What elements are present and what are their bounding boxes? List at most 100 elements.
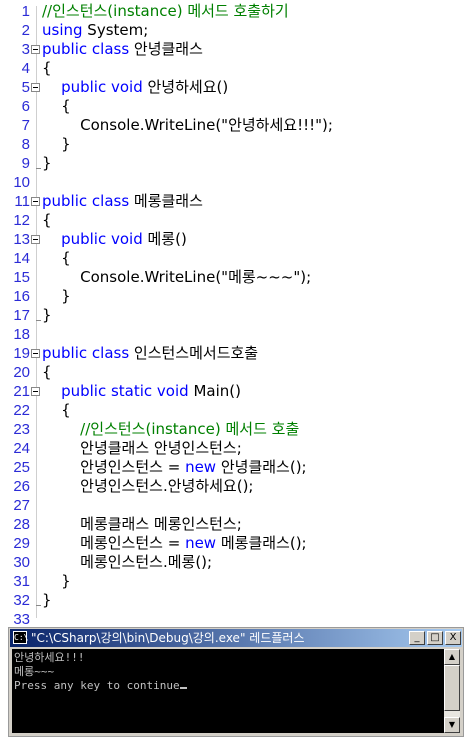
code-token: { [42, 401, 71, 419]
code-line[interactable]: 안녕클래스 안녕인스턴스; [42, 439, 242, 458]
code-line[interactable]: using System; [42, 21, 148, 40]
code-line[interactable]: public void 메롱() [42, 230, 187, 249]
close-button[interactable]: X [445, 631, 461, 645]
code-token: { [42, 211, 52, 229]
vertical-scrollbar[interactable]: ▲ ▼ [444, 649, 460, 733]
code-line[interactable]: public class 메롱클래스 [42, 192, 203, 211]
collapse-icon[interactable] [31, 235, 40, 244]
code-line[interactable]: } [42, 572, 71, 591]
code-token: } [42, 591, 52, 609]
code-token: 메롱클래스 메롱인스턴스; [42, 515, 242, 533]
code-line[interactable]: } [42, 135, 71, 154]
maximize-button[interactable]: □ [427, 631, 443, 645]
code-line[interactable]: public class 안녕클래스 [42, 40, 203, 59]
keyword-token: new [185, 458, 217, 476]
line-number: 6 [21, 98, 30, 115]
code-line[interactable]: { [42, 59, 52, 78]
minimize-button[interactable]: _ [409, 631, 425, 645]
line-number: 4 [21, 60, 30, 77]
console-title-bar[interactable]: C:\ "C:\CSharp\강의\bin\Debug\강의.exe" 레드플러… [10, 629, 462, 647]
code-line[interactable]: public class 인스턴스메서드호출 [42, 344, 258, 363]
keyword-token: new [185, 534, 217, 552]
fold-end-marker [36, 320, 41, 321]
line-number: 10 [13, 174, 30, 191]
console-output-line: 안녕하세요!!! [14, 651, 85, 664]
code-line[interactable]: 안녕인스턴스.안녕하세요(); [42, 477, 253, 496]
code-line[interactable]: { [42, 97, 71, 116]
code-token: 메롱인스턴스.메롱(); [42, 553, 213, 571]
text-cursor [179, 687, 187, 689]
code-token: } [42, 572, 71, 590]
code-line[interactable]: { [42, 363, 52, 382]
code-token: Main() [188, 382, 241, 400]
line-number: 16 [13, 288, 30, 305]
line-number: 27 [13, 497, 30, 514]
collapse-icon[interactable] [31, 45, 40, 54]
code-token: 안녕클래스(); [216, 458, 307, 476]
code-line[interactable]: } [42, 306, 52, 325]
keyword-token: public class [42, 192, 130, 210]
line-number: 24 [13, 440, 30, 457]
scroll-up-icon[interactable]: ▲ [444, 649, 460, 665]
code-line[interactable]: } [42, 287, 71, 306]
console-output-area[interactable]: 안녕하세요!!! 메롱~~~ Press any key to continue [12, 649, 445, 733]
code-token: } [42, 135, 71, 153]
code-token: System; [82, 21, 149, 39]
console-title: "C:\CSharp\강의\bin\Debug\강의.exe" 레드플러스 [31, 631, 305, 645]
line-number: 31 [13, 573, 30, 590]
code-line[interactable]: } [42, 154, 52, 173]
code-token: Console.WriteLine("메롱~~~"); [42, 268, 312, 286]
code-line[interactable]: 안녕인스턴스 = new 안녕클래스(); [42, 458, 307, 477]
code-line[interactable]: 메롱인스턴스 = new 메롱클래스(); [42, 534, 307, 553]
code-token: 메롱클래스 [129, 192, 203, 210]
code-line[interactable]: 메롱클래스 메롱인스턴스; [42, 515, 242, 534]
line-number: 28 [13, 516, 30, 533]
code-line[interactable]: Console.WriteLine("안녕하세요!!!"); [42, 116, 333, 135]
keyword-token: public static void [61, 382, 189, 400]
code-token: } [42, 154, 52, 172]
console-output-line: Press any key to continue [14, 679, 187, 693]
line-number: 7 [21, 117, 30, 134]
line-number: 30 [13, 554, 30, 571]
code-token: { [42, 363, 52, 381]
fold-end-marker [36, 605, 41, 606]
code-token: 메롱인스턴스 = [42, 534, 186, 552]
code-line[interactable]: 메롱인스턴스.메롱(); [42, 553, 212, 572]
collapse-icon[interactable] [31, 83, 40, 92]
collapse-icon[interactable] [31, 349, 40, 358]
line-number: 1 [21, 3, 30, 20]
console-output-line: 메롱~~~ [14, 665, 55, 678]
fold-gutter-line [36, 6, 37, 618]
code-line[interactable]: { [42, 211, 52, 230]
code-line[interactable]: } [42, 591, 52, 610]
line-number: 9 [21, 155, 30, 172]
code-line[interactable]: public static void Main() [42, 382, 241, 401]
scroll-thumb[interactable] [444, 665, 460, 711]
scroll-down-icon[interactable]: ▼ [444, 717, 460, 733]
code-token: } [42, 287, 71, 305]
line-number: 22 [13, 402, 30, 419]
code-line[interactable]: //인스턴스(instance) 메서드 호출 [42, 420, 299, 439]
keyword-token: using [42, 21, 83, 39]
keyword-token: public void [61, 78, 143, 96]
code-line[interactable]: { [42, 249, 71, 268]
code-line[interactable]: Console.WriteLine("메롱~~~"); [42, 268, 311, 287]
code-line[interactable]: public void 안녕하세요() [42, 78, 228, 97]
line-number: 13 [13, 231, 30, 248]
code-token: 메롱클래스(); [216, 534, 307, 552]
fold-end-marker [36, 168, 41, 169]
code-token: 안녕하세요() [142, 78, 229, 96]
keyword-token: public void [61, 230, 143, 248]
code-line[interactable]: //인스턴스(instance) 메서드 호출하기 [42, 2, 289, 21]
collapse-icon[interactable] [31, 197, 40, 206]
line-number: 11 [14, 193, 30, 210]
console-prompt-text: Press any key to continue [14, 679, 180, 692]
line-number: 20 [13, 364, 30, 381]
code-token: { [42, 59, 52, 77]
code-line[interactable]: { [42, 401, 71, 420]
console-window[interactable]: C:\ "C:\CSharp\강의\bin\Debug\강의.exe" 레드플러… [8, 627, 464, 737]
collapse-icon[interactable] [31, 387, 40, 396]
code-editor[interactable]: 1 //인스턴스(instance) 메서드 호출하기 2 using System;… [0, 0, 472, 628]
